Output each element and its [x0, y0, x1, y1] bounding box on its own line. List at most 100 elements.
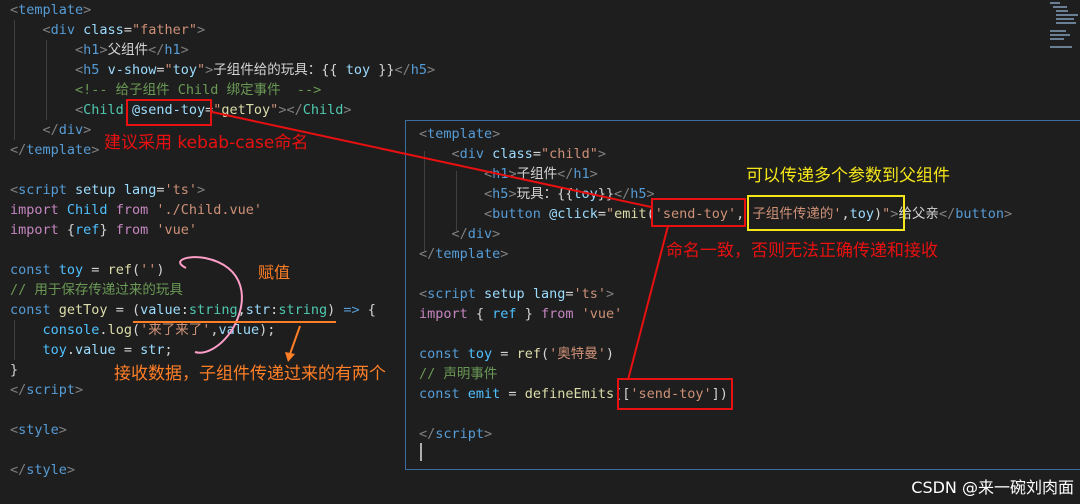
code-token: h5 [410, 62, 427, 78]
child-code-line[interactable]: <div class="child"> [419, 144, 606, 164]
code-token: = ( [115, 302, 141, 318]
code-token: </ [419, 246, 436, 262]
code-token: > [91, 142, 100, 158]
code-token: const [419, 346, 468, 362]
father-editor-pane[interactable]: <template> <div class="father"> <h1>父组件<… [10, 0, 435, 504]
child-editor-pane[interactable]: <template> <div class="child"> <h1>子组件</… [405, 120, 1080, 470]
code-token: script [18, 182, 76, 198]
code-token: </ [938, 206, 956, 222]
code-token: "child" [540, 146, 598, 162]
father-code-line[interactable]: const getToy = (value:string,str:string)… [10, 300, 376, 320]
father-code-line[interactable]: <script setup lang='ts'> [10, 180, 205, 200]
child-emit-params-highlight [747, 195, 905, 231]
child-code-line[interactable]: const toy = ref('奥特曼') [419, 344, 614, 364]
code-token: }} [597, 186, 614, 202]
code-token: ) [605, 346, 614, 362]
code-token: div [50, 22, 84, 38]
define-emits-highlight [617, 378, 733, 410]
father-code-line[interactable]: <!-- 给子组件 Child 绑定事件 --> [10, 80, 321, 100]
father-code-line[interactable]: import Child from './Child.vue' [10, 200, 262, 220]
code-token: ></ [278, 102, 303, 118]
code-token: " [606, 206, 615, 222]
code-token: > [492, 126, 501, 142]
father-code-line[interactable]: </template> [10, 140, 99, 160]
code-token: = [508, 386, 525, 402]
father-code-line[interactable]: } [10, 360, 18, 380]
code-token: { [367, 302, 376, 318]
code-token: }} [370, 62, 395, 78]
code-token: > [343, 102, 352, 118]
code-token: > [606, 286, 615, 302]
child-code-line[interactable]: <h5>玩具：{{toy}}</h5> [419, 184, 655, 204]
father-code-line[interactable]: const toy = ref('') [10, 260, 165, 280]
code-token: = [597, 206, 606, 222]
code-token: h5 [83, 62, 108, 78]
code-token: defineEmits [524, 386, 615, 402]
father-code-line[interactable]: console.log('来了来了',value); [10, 320, 276, 340]
code-token: Child [66, 202, 116, 218]
code-token: </ [394, 62, 411, 78]
child-code-line[interactable]: import { ref } from 'vue' [419, 304, 622, 324]
code-token: { [475, 306, 493, 322]
code-token: > [1003, 206, 1013, 222]
child-code-line[interactable]: <h1>子组件</h1> [419, 164, 598, 184]
code-token: < [484, 186, 493, 202]
code-token: // 用于保存传递过来的玩具 [10, 282, 183, 298]
code-token: } [99, 222, 116, 238]
code-token: </ [614, 186, 631, 202]
father-code-line[interactable]: </div> [10, 120, 92, 140]
father-send-toy-highlight [126, 99, 212, 126]
father-code-line[interactable]: <style> [10, 420, 67, 440]
code-token: Child [302, 102, 344, 118]
code-token: const [419, 386, 468, 402]
child-code-line[interactable]: </template> [419, 244, 508, 264]
father-code-line[interactable]: // 用于保存传递过来的玩具 [10, 280, 183, 300]
code-token: h1 [164, 42, 181, 58]
code-token: > [500, 246, 509, 262]
code-token: > [66, 462, 76, 478]
father-code-line[interactable]: </script> [10, 380, 83, 400]
code-token: 玩具：{{ [516, 186, 574, 202]
code-token: " [164, 62, 173, 78]
code-token: < [484, 206, 493, 222]
code-token: > [83, 2, 92, 18]
child-code-line[interactable]: <template> [419, 124, 500, 144]
child-code-line[interactable]: // 声明事件 [419, 364, 497, 384]
code-token: < [484, 166, 493, 182]
father-code-line[interactable]: <template> [10, 0, 91, 20]
code-token: from [115, 222, 157, 238]
code-token: lang [123, 182, 157, 198]
child-code-line[interactable]: </script> [419, 424, 492, 444]
code-token: '来了来了' [140, 322, 211, 338]
father-code-line[interactable]: <h5 v-show="toy">子组件给的玩具：{{ toy }}</h5> [10, 60, 435, 80]
child-code-line[interactable]: </div> [419, 224, 501, 244]
father-code-line[interactable]: import {ref} from 'vue' [10, 220, 197, 240]
minimap[interactable] [1050, 0, 1080, 60]
code-token: > [508, 186, 517, 202]
code-token: ( [131, 262, 141, 278]
code-token: </ [419, 426, 436, 442]
child-code-line[interactable]: <script setup lang='ts'> [419, 284, 614, 304]
code-token: 'ts' [164, 182, 197, 198]
code-token: ref [75, 222, 100, 238]
code-token: ref [492, 306, 525, 322]
father-code-line[interactable]: <div class="father"> [10, 20, 206, 40]
code-token: < [42, 22, 51, 38]
watermark: CSDN @来一碗刘肉面 [911, 478, 1074, 497]
code-token: < [10, 2, 19, 18]
father-code-line[interactable]: <h1>父组件</h1> [10, 40, 189, 60]
code-token: value [140, 302, 181, 318]
father-code-line[interactable]: toy.value = str; [10, 340, 173, 360]
code-token: </ [451, 226, 468, 242]
code-token: } [10, 362, 19, 378]
father-code-line[interactable]: </style> [10, 460, 75, 480]
code-token: div [467, 226, 493, 242]
code-token: . [66, 342, 76, 358]
code-token: => [343, 302, 368, 318]
code-token: = [123, 342, 141, 358]
code-token: import [10, 202, 67, 218]
